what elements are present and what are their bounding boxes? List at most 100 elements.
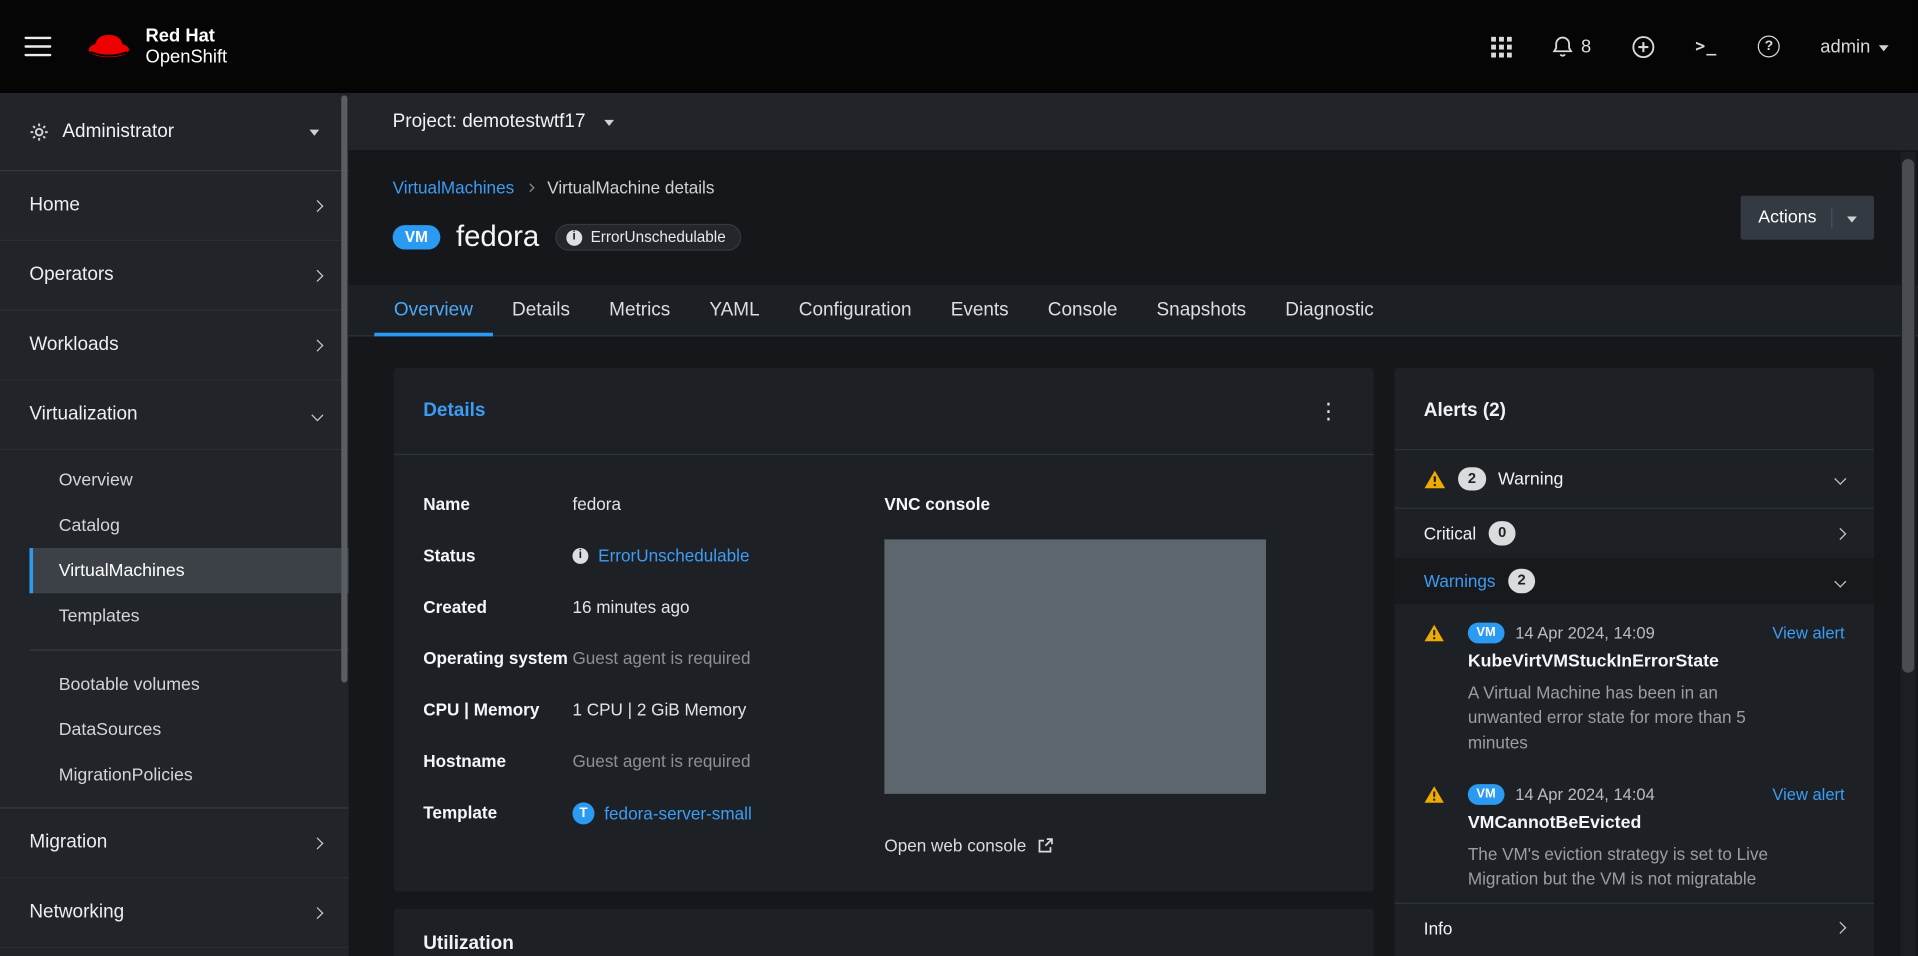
detail-value: 16 minutes ago [572, 597, 689, 617]
detail-row-cpu-memory: CPU | Memory 1 CPU | 2 GiB Memory [423, 700, 884, 720]
detail-row-name: Name fedora [423, 494, 884, 514]
warnings-section-toggle[interactable]: Warnings 2 [1394, 558, 1873, 604]
warnings-count-badge: 2 [1508, 569, 1536, 593]
help-icon: ? [1758, 35, 1780, 57]
tab-events[interactable]: Events [931, 285, 1028, 335]
kebab-menu-button[interactable]: ⋮ [1312, 400, 1344, 422]
template-icon: T [572, 802, 594, 824]
cloud-shell-button[interactable]: >_ [1695, 37, 1717, 57]
alerts-summary-toggle[interactable]: 2 Warning [1394, 450, 1873, 507]
detail-label: Operating system [423, 648, 572, 668]
info-section-toggle[interactable]: Info [1394, 903, 1873, 952]
details-card: Details ⋮ Name fedora Status [394, 368, 1374, 892]
page-scrollbar[interactable] [1901, 152, 1916, 956]
scrollbar-thumb[interactable] [1902, 159, 1914, 673]
tab-details[interactable]: Details [492, 285, 589, 335]
tab-yaml[interactable]: YAML [690, 285, 779, 335]
open-web-console-link[interactable]: Open web console [884, 835, 1053, 855]
detail-value: 1 CPU | 2 GiB Memory [572, 700, 746, 720]
tab-configuration[interactable]: Configuration [779, 285, 931, 335]
alert-description: A Virtual Machine has been in an unwante… [1468, 679, 1788, 754]
gear-icon [29, 122, 49, 142]
sidebar-scrollbar[interactable] [341, 95, 347, 682]
divider [29, 650, 348, 651]
masthead: Red Hat OpenShift [0, 0, 1918, 93]
vm-kind-badge: VM [1468, 784, 1504, 804]
caret-down-icon [604, 120, 614, 126]
status-link[interactable]: ErrorUnschedulable [598, 546, 749, 566]
critical-section-toggle[interactable]: Critical 0 [1394, 509, 1873, 558]
tab-diagnostic[interactable]: Diagnostic [1266, 285, 1394, 335]
tab-console[interactable]: Console [1028, 285, 1137, 335]
chevron-right-icon [1834, 922, 1846, 934]
chevron-down-icon [1834, 575, 1846, 587]
actions-button[interactable]: Actions [1741, 196, 1874, 240]
grid-icon [1491, 36, 1512, 57]
breadcrumb-current: VirtualMachine details [547, 177, 714, 197]
tab-metrics[interactable]: Metrics [590, 285, 690, 335]
external-link-icon [1037, 837, 1053, 853]
nav-toggle-button[interactable] [24, 31, 51, 61]
alert-timestamp: 14 Apr 2024, 14:09 [1515, 624, 1655, 642]
user-menu[interactable]: admin [1820, 36, 1888, 57]
detail-label: Created [423, 597, 572, 617]
breadcrumb: VirtualMachines VirtualMachine details [393, 177, 1874, 197]
help-button[interactable]: ? [1758, 35, 1780, 57]
warning-triangle-icon [1424, 785, 1468, 803]
sidebar-item-bootable-volumes[interactable]: Bootable volumes [29, 662, 348, 707]
redhat-hat-icon [84, 28, 133, 65]
template-link[interactable]: fedora-server-small [604, 804, 752, 824]
detail-label: CPU | Memory [423, 700, 572, 720]
chevron-right-icon [1834, 527, 1846, 539]
brand-line1: Red Hat [146, 26, 228, 47]
app-launcher-button[interactable] [1491, 36, 1512, 57]
page-title: fedora [456, 220, 539, 254]
chevron-down-icon [1834, 473, 1846, 485]
alert-item: VM 14 Apr 2024, 14:04 View alert VMCanno… [1394, 766, 1873, 902]
info-icon: i [566, 229, 582, 245]
project-bar[interactable]: Project: demotestwtf17 [349, 93, 1918, 152]
sidebar-item-home[interactable]: Home [0, 171, 349, 241]
notifications-button[interactable]: 8 [1552, 35, 1592, 57]
sidebar-item-templates[interactable]: Templates [29, 593, 348, 638]
detail-label: Status [423, 546, 572, 566]
sidebar-item-migrationpolicies[interactable]: MigrationPolicies [29, 752, 348, 797]
bell-icon [1552, 35, 1573, 57]
details-card-title-link[interactable]: Details [423, 400, 485, 422]
status-badge[interactable]: i ErrorUnschedulable [555, 224, 742, 251]
detail-row-hostname: Hostname Guest agent is required [423, 751, 884, 771]
sidebar-item-operators[interactable]: Operators [0, 241, 349, 311]
alert-description: The VM's eviction strategy is set to Liv… [1468, 841, 1788, 891]
sidebar-item-virtualization[interactable]: Virtualization [0, 380, 349, 450]
sidebar-item-workloads[interactable]: Workloads [0, 311, 349, 381]
perspective-switcher[interactable]: Administrator [0, 93, 349, 171]
chevron-right-icon [311, 339, 323, 351]
perspective-label: Administrator [62, 120, 174, 142]
alert-title: KubeVirtVMStuckInErrorState [1468, 651, 1845, 671]
sidebar-item-catalog[interactable]: Catalog [29, 503, 348, 548]
detail-row-template: Template T fedora-server-small [423, 802, 884, 824]
sidebar-item-networking[interactable]: Networking [0, 878, 349, 948]
detail-row-created: Created 16 minutes ago [423, 597, 884, 617]
vnc-console-label: VNC console [884, 494, 1288, 514]
warning-count-badge: 2 [1458, 467, 1486, 491]
sidebar-item-datasources[interactable]: DataSources [29, 707, 348, 752]
caret-down-icon [1847, 216, 1857, 222]
tab-snapshots[interactable]: Snapshots [1137, 285, 1266, 335]
sidebar-item-migration[interactable]: Migration [0, 809, 349, 879]
quick-create-button[interactable] [1632, 35, 1655, 58]
view-alert-link[interactable]: View alert [1772, 785, 1844, 803]
caret-down-icon [309, 130, 319, 136]
vm-kind-badge: VM [1468, 623, 1504, 643]
detail-value: Guest agent is required [572, 751, 750, 771]
overview-grid: Details ⋮ Name fedora Status [349, 336, 1918, 956]
sidebar-item-overview[interactable]: Overview [29, 457, 348, 502]
nav-label: Workloads [29, 334, 118, 356]
view-alert-link[interactable]: View alert [1772, 624, 1844, 642]
vnc-console-preview[interactable] [884, 539, 1266, 793]
tab-overview[interactable]: Overview [374, 285, 492, 335]
breadcrumb-link-virtualmachines[interactable]: VirtualMachines [393, 177, 515, 197]
sidebar-item-virtualmachines[interactable]: VirtualMachines [29, 548, 348, 593]
detail-row-os: Operating system Guest agent is required [423, 648, 884, 668]
virtualization-subnav: Overview Catalog VirtualMachines Templat… [29, 450, 348, 807]
